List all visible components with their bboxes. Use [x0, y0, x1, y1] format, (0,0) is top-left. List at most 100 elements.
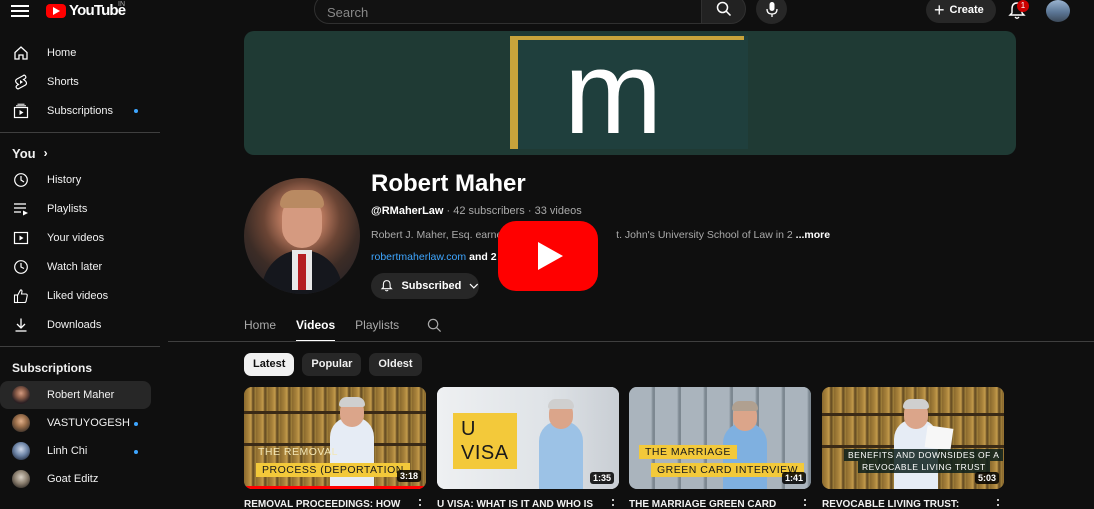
- video-card[interactable]: U VISA 1:35 U VISA: What is it and who i…: [437, 387, 619, 509]
- search-input[interactable]: [314, 0, 702, 24]
- chip-latest[interactable]: Latest: [244, 353, 295, 376]
- channel-handle: @RMaherLaw: [371, 205, 444, 217]
- sidebar-item-liked-videos[interactable]: Liked videos: [0, 281, 160, 310]
- channel-links: robertmaherlaw.com and 2 n: [371, 251, 506, 263]
- more-options-icon[interactable]: [609, 498, 617, 509]
- video-thumbnail[interactable]: THE REMOVAL PROCESS (DEPORTATION 3:18: [244, 387, 426, 489]
- description-text-end: t. John's University School of Law in 2: [616, 229, 793, 241]
- channel-avatar: [12, 414, 30, 432]
- sidebar-item-shorts[interactable]: Shorts: [0, 67, 160, 96]
- channel-search-icon[interactable]: [427, 312, 442, 340]
- menu-icon[interactable]: [10, 2, 30, 22]
- sidebar-item-your-videos[interactable]: Your videos: [0, 223, 160, 252]
- sidebar-item-label: Liked videos: [47, 289, 109, 302]
- video-duration: 5:03: [974, 472, 999, 484]
- thumbnail-caption: PROCESS (DEPORTATION: [256, 463, 410, 477]
- account-avatar[interactable]: [1046, 0, 1070, 22]
- your-videos-icon: [13, 230, 29, 246]
- video-title[interactable]: THE MARRIAGE GREEN CARD: [629, 499, 789, 509]
- subscription-linh-chi[interactable]: Linh Chi: [0, 437, 160, 465]
- subscription-label: Robert Maher: [47, 389, 115, 401]
- sidebar-you-header[interactable]: You ›: [0, 141, 160, 165]
- history-icon: [13, 172, 29, 188]
- bell-icon: [380, 280, 393, 292]
- chip-popular[interactable]: Popular: [302, 353, 362, 376]
- sidebar-item-home[interactable]: Home: [0, 38, 160, 67]
- playlists-icon: [13, 201, 29, 217]
- more-options-icon[interactable]: [994, 498, 1002, 509]
- home-icon: [13, 45, 29, 61]
- tabs-divider: [168, 341, 1094, 342]
- video-duration: 1:41: [781, 472, 806, 484]
- youtube-play-button-overlay[interactable]: [498, 221, 598, 291]
- video-thumbnail[interactable]: U VISA 1:35: [437, 387, 619, 489]
- sidebar-item-downloads[interactable]: Downloads: [0, 310, 160, 339]
- sidebar-item-subscriptions[interactable]: Subscriptions: [0, 96, 160, 125]
- new-content-dot: [134, 422, 138, 426]
- chevron-right-icon: ›: [43, 146, 48, 160]
- video-title[interactable]: REVOCABLE LIVING TRUST:: [822, 499, 982, 509]
- video-duration: 1:35: [589, 472, 614, 484]
- channel-avatar: [12, 442, 30, 460]
- search-icon: [716, 1, 732, 17]
- subscribed-button[interactable]: Subscribed: [371, 273, 479, 299]
- chip-oldest[interactable]: Oldest: [369, 353, 422, 376]
- subscription-vastuyogesh[interactable]: VASTUYOGESH: [0, 409, 160, 437]
- sidebar-item-label: Watch later: [47, 260, 103, 273]
- subscription-goat-editz[interactable]: Goat Editz: [0, 465, 160, 493]
- create-label: Create: [949, 4, 984, 16]
- channel-avatar: [12, 386, 30, 404]
- more-options-icon[interactable]: [801, 498, 809, 509]
- youtube-play-icon: [46, 3, 66, 18]
- video-title[interactable]: REMOVAL PROCEEDINGS: How: [244, 499, 404, 509]
- logo-text: YouTube: [69, 2, 126, 19]
- you-label: You: [12, 145, 36, 161]
- download-icon: [13, 317, 29, 333]
- thumbnail-caption: THE MARRIAGE: [639, 445, 737, 459]
- sidebar-item-playlists[interactable]: Playlists: [0, 194, 160, 223]
- video-title[interactable]: U VISA: What is it and who is: [437, 499, 597, 509]
- new-content-dot: [134, 450, 138, 454]
- video-thumbnail[interactable]: THE MARRIAGE GREEN CARD INTERVIEW 1:41: [629, 387, 811, 489]
- thumbnail-caption: VISA: [461, 442, 509, 464]
- create-button[interactable]: + Create: [926, 0, 996, 23]
- search-button[interactable]: [701, 0, 746, 24]
- thumbnail-caption: THE REMOVAL: [258, 446, 338, 458]
- sidebar-item-label: Shorts: [47, 75, 79, 88]
- chevron-down-icon: [469, 283, 479, 289]
- meta-separator: ·: [527, 205, 535, 217]
- sort-chips: Latest Popular Oldest: [244, 353, 430, 376]
- sidebar-item-watch-later[interactable]: Watch later: [0, 252, 160, 281]
- video-card[interactable]: THE REMOVAL PROCESS (DEPORTATION 3:18 RE…: [244, 387, 426, 509]
- video-card[interactable]: THE MARRIAGE GREEN CARD INTERVIEW 1:41 T…: [629, 387, 811, 509]
- subscription-label: VASTUYOGESH: [47, 417, 130, 429]
- video-card[interactable]: BENEFITS AND DOWNSIDES OF A REVOCABLE LI…: [822, 387, 1004, 509]
- sidebar-item-history[interactable]: History: [0, 165, 160, 194]
- watch-progress-bar: [244, 486, 426, 489]
- tab-playlists[interactable]: Playlists: [355, 312, 399, 340]
- video-count: 33 videos: [534, 205, 582, 217]
- thumbs-up-icon: [13, 288, 29, 304]
- search-bar: [314, 0, 746, 24]
- website-link[interactable]: robertmaherlaw.com: [371, 251, 466, 263]
- banner-logo-letter: m: [564, 31, 663, 155]
- subscription-robert-maher[interactable]: Robert Maher: [0, 381, 151, 409]
- more-link[interactable]: ...more: [796, 229, 830, 241]
- voice-search-button[interactable]: [756, 0, 787, 24]
- subscription-label: Goat Editz: [47, 473, 99, 485]
- channel-description[interactable]: Robert J. Maher, Esq. earned t. John's Un…: [371, 229, 830, 241]
- thumbnail-caption: U: [461, 418, 476, 440]
- subscription-label: Linh Chi: [47, 445, 88, 457]
- channel-avatar-large[interactable]: [244, 178, 360, 294]
- microphone-icon: [766, 2, 778, 17]
- watch-later-icon: [13, 259, 29, 275]
- more-options-icon[interactable]: [416, 498, 424, 509]
- youtube-logo[interactable]: YouTube IN: [46, 1, 126, 19]
- tab-videos[interactable]: Videos: [296, 312, 336, 342]
- subscriptions-heading: Subscriptions: [12, 361, 93, 375]
- sidebar-item-label: Downloads: [47, 318, 102, 331]
- tab-home[interactable]: Home: [244, 312, 276, 340]
- banner-gold-bar: [510, 36, 518, 149]
- video-thumbnail[interactable]: BENEFITS AND DOWNSIDES OF A REVOCABLE LI…: [822, 387, 1004, 489]
- top-bar: YouTube IN + Create 1: [0, 0, 1094, 24]
